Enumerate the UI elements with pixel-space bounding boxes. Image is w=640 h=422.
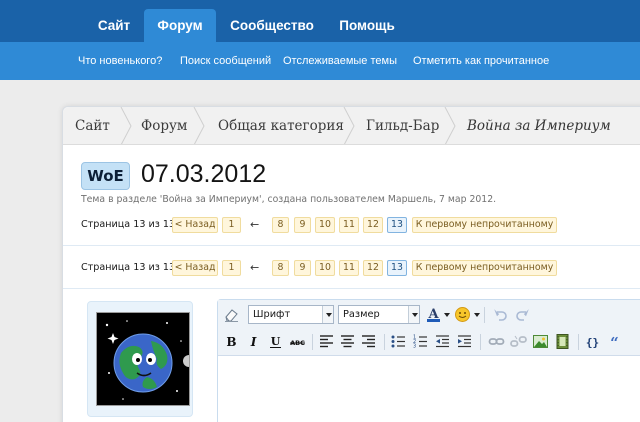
- page-8-button[interactable]: 8: [272, 217, 289, 233]
- breadcrumb-site[interactable]: Сайт: [75, 107, 110, 144]
- reply-editor: Шрифт Размер A B I U ABC 1 2 3 {} “: [217, 299, 640, 422]
- breadcrumb-current[interactable]: Война за Империум: [467, 107, 611, 144]
- unlink-icon[interactable]: [510, 333, 527, 350]
- page-counter: Страница 13 из 13: [81, 262, 176, 273]
- breadcrumb-separator-icon: [343, 107, 355, 144]
- first-unread-button[interactable]: К первому непрочитанному: [412, 217, 557, 233]
- prev-page-button[interactable]: < Назад: [172, 217, 218, 233]
- toolbar-separator: [384, 334, 385, 350]
- text-color-icon[interactable]: A: [425, 306, 442, 323]
- svg-text:B: B: [226, 335, 236, 349]
- image-icon[interactable]: [532, 333, 549, 350]
- underline-icon[interactable]: U: [267, 333, 284, 350]
- page-13-button[interactable]: 13: [387, 217, 407, 233]
- page-11-button[interactable]: 11: [339, 260, 359, 276]
- divider: [63, 288, 640, 289]
- redo-icon[interactable]: [514, 306, 531, 323]
- link-watched-threads[interactable]: Отслеживаемые темы: [283, 42, 397, 80]
- numbered-list-icon[interactable]: 123: [412, 333, 429, 350]
- globe-avatar-icon: [97, 313, 189, 405]
- thread-meta: Тема в разделе 'Война за Империум', созд…: [81, 194, 497, 205]
- font-size-select[interactable]: Размер: [338, 305, 420, 324]
- breadcrumb-separator-icon: [444, 107, 456, 144]
- prev-page-button[interactable]: < Назад: [172, 260, 218, 276]
- undo-icon[interactable]: [492, 306, 509, 323]
- code-icon[interactable]: {}: [584, 333, 601, 350]
- link-whats-new[interactable]: Что новенького?: [78, 42, 162, 80]
- left-arrow-icon: ←: [250, 261, 260, 274]
- chevron-down-icon[interactable]: [474, 313, 480, 317]
- font-family-value: Шрифт: [253, 309, 291, 320]
- font-size-value: Размер: [343, 309, 380, 320]
- outdent-icon[interactable]: [434, 333, 451, 350]
- align-center-icon[interactable]: [339, 333, 356, 350]
- align-left-icon[interactable]: [318, 333, 335, 350]
- smiley-icon[interactable]: [454, 306, 471, 323]
- strikethrough-icon[interactable]: ABC: [289, 333, 306, 350]
- page-13-button[interactable]: 13: [387, 260, 407, 276]
- chevron-down-icon: [322, 306, 333, 323]
- link-search-posts[interactable]: Поиск сообщений: [180, 42, 271, 80]
- pagination-top: Страница 13 из 13 < Назад 1 ← 8 9 10 11 …: [81, 217, 640, 233]
- chevron-down-icon: [408, 306, 419, 323]
- divider: [63, 245, 640, 246]
- first-unread-button[interactable]: К первому непрочитанному: [412, 260, 557, 276]
- chevron-down-icon[interactable]: [444, 313, 450, 317]
- toolbar-separator: [312, 334, 313, 350]
- toolbar-separator: [484, 307, 485, 323]
- editor-toolbar: Шрифт Размер A B I U ABC 1 2 3 {} “: [218, 300, 640, 356]
- breadcrumb: Сайт Форум Общая категория Гильд-Бар Вой…: [63, 107, 640, 145]
- breadcrumb-separator-icon: [120, 107, 132, 144]
- link-icon[interactable]: [488, 333, 505, 350]
- svg-text:3: 3: [413, 344, 416, 350]
- page-counter: Страница 13 из 13: [81, 219, 176, 230]
- svg-text:“: “: [610, 334, 619, 350]
- page-9-button[interactable]: 9: [294, 217, 311, 233]
- svg-text:I: I: [250, 335, 257, 349]
- page-12-button[interactable]: 12: [363, 217, 383, 233]
- pagination-bottom: Страница 13 из 13 < Назад 1 ← 8 9 10 11 …: [81, 260, 640, 276]
- page-1-button[interactable]: 1: [222, 217, 241, 233]
- top-navigation: Сайт Форум Сообщество Помощь: [0, 0, 640, 42]
- thread-title: 07.03.2012: [141, 160, 267, 188]
- toolbar-separator: [480, 334, 481, 350]
- breadcrumb-forum[interactable]: Форум: [141, 107, 187, 144]
- breadcrumb-separator-icon: [193, 107, 205, 144]
- avatar[interactable]: [96, 312, 190, 406]
- toolbar-separator: [578, 334, 579, 350]
- indent-icon[interactable]: [456, 333, 473, 350]
- page-8-button[interactable]: 8: [272, 260, 289, 276]
- svg-text:U: U: [271, 335, 281, 348]
- page-10-button[interactable]: 10: [315, 217, 335, 233]
- media-icon[interactable]: [554, 333, 571, 350]
- italic-icon[interactable]: I: [245, 333, 262, 350]
- page-11-button[interactable]: 11: [339, 217, 359, 233]
- svg-text:{}: {}: [586, 336, 599, 349]
- link-mark-read[interactable]: Отметить как прочитанное: [413, 42, 549, 80]
- page-1-button[interactable]: 1: [222, 260, 241, 276]
- breadcrumb-general-category[interactable]: Общая категория: [218, 107, 344, 144]
- bullet-list-icon[interactable]: [390, 333, 407, 350]
- tab-help[interactable]: Помощь: [330, 9, 404, 42]
- tab-site[interactable]: Сайт: [86, 9, 142, 42]
- thread-prefix-badge: WoE: [81, 162, 130, 190]
- quote-icon[interactable]: “: [606, 333, 623, 350]
- left-arrow-icon: ←: [250, 218, 260, 231]
- font-family-select[interactable]: Шрифт: [248, 305, 334, 324]
- bold-icon[interactable]: B: [223, 333, 240, 350]
- page-12-button[interactable]: 12: [363, 260, 383, 276]
- thread-panel: Сайт Форум Общая категория Гильд-Бар Вой…: [62, 106, 640, 422]
- eraser-icon[interactable]: [223, 306, 240, 323]
- breadcrumb-guild-bar[interactable]: Гильд-Бар: [366, 107, 439, 144]
- tab-community[interactable]: Сообщество: [220, 9, 324, 42]
- align-right-icon[interactable]: [360, 333, 377, 350]
- page-10-button[interactable]: 10: [315, 260, 335, 276]
- page-9-button[interactable]: 9: [294, 260, 311, 276]
- tab-forum[interactable]: Форум: [144, 9, 216, 42]
- user-avatar-panel: [87, 301, 193, 417]
- sub-navigation: Что новенького? Поиск сообщений Отслежив…: [0, 42, 640, 80]
